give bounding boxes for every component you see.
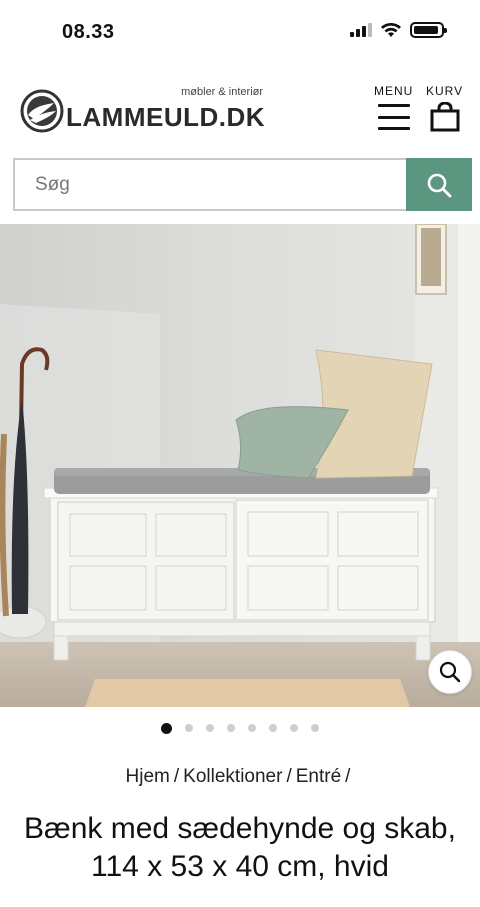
- carousel-dots: [0, 722, 480, 734]
- breadcrumb-link[interactable]: Entré: [296, 766, 341, 787]
- search-icon: [427, 173, 452, 197]
- wifi-icon: [381, 23, 401, 37]
- product-photo: [0, 224, 480, 707]
- cart-label: KURV: [426, 84, 464, 98]
- breadcrumb-link[interactable]: Hjem: [126, 766, 170, 787]
- carousel-dot[interactable]: [311, 724, 319, 732]
- logo-name: LAMMEULD.DK: [66, 102, 266, 132]
- carousel-dot[interactable]: [185, 724, 193, 732]
- carousel-dot[interactable]: [269, 724, 277, 732]
- menu-button[interactable]: MENU: [374, 84, 413, 130]
- search-bar: [13, 158, 472, 211]
- zoom-icon: [439, 661, 461, 683]
- logo-text: møbler & interiør LAMMEULD.DK: [66, 86, 266, 133]
- logo[interactable]: møbler & interiør LAMMEULD.DK: [20, 86, 266, 133]
- product-image[interactable]: [0, 224, 480, 707]
- breadcrumb-separator: /: [345, 766, 351, 787]
- breadcrumb-separator: /: [286, 766, 292, 787]
- carousel-dot[interactable]: [206, 724, 214, 732]
- shopping-bag-icon: [430, 102, 460, 132]
- status-bar: 08.33: [0, 0, 480, 62]
- cart-button[interactable]: KURV: [426, 84, 463, 132]
- signal-icon: [350, 23, 372, 37]
- carousel-dot[interactable]: [227, 724, 235, 732]
- carousel-dot[interactable]: [161, 722, 172, 734]
- site-header: møbler & interiør LAMMEULD.DK MENU KURV: [0, 70, 480, 148]
- status-icons: [350, 22, 447, 38]
- breadcrumb-link[interactable]: Kollektioner: [183, 766, 282, 787]
- breadcrumb: Hjem / Kollektioner / Entré /: [0, 766, 480, 788]
- hamburger-icon: [377, 104, 410, 130]
- logo-tagline: møbler & interiør: [181, 86, 264, 98]
- carousel-dot[interactable]: [248, 724, 256, 732]
- zoom-button[interactable]: [428, 650, 472, 694]
- menu-label: MENU: [374, 84, 414, 98]
- product-title: Bænk med sædehynde og skab, 114 x 53 x 4…: [24, 812, 456, 883]
- search-button[interactable]: [406, 158, 472, 211]
- breadcrumb-separator: /: [173, 766, 180, 787]
- search-input[interactable]: [13, 158, 406, 211]
- status-time: 08.33: [62, 21, 115, 43]
- carousel-dot[interactable]: [290, 724, 298, 732]
- battery-icon: [410, 22, 447, 38]
- logo-mark-icon: [20, 89, 64, 132]
